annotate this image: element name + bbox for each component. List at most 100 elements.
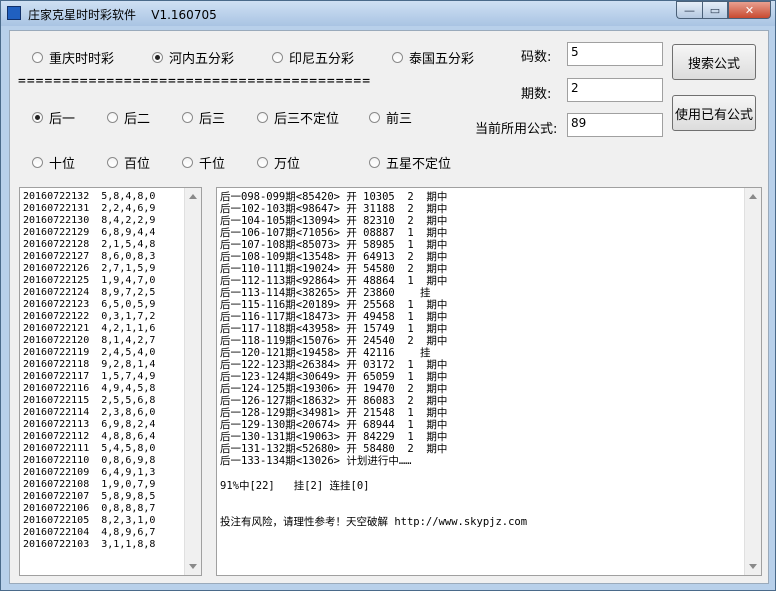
- radio-dot: [272, 52, 283, 63]
- maximize-button[interactable]: ▭: [702, 1, 728, 19]
- history-row: 20160722103 3,1,1,8,8: [23, 539, 156, 550]
- scroll-up-arrow-icon[interactable]: [749, 194, 757, 199]
- radio-label: 后三不定位: [274, 112, 340, 127]
- plan-result-row: 后一128-129期<34981> 开 21548 1 期中: [220, 407, 448, 419]
- history-row: 20160722119 2,4,5,4,0: [23, 347, 156, 358]
- history-row: 20160722128 2,1,5,4,8: [23, 239, 156, 250]
- scroll-up-arrow-icon[interactable]: [189, 194, 197, 199]
- radio-label: 前三: [386, 112, 413, 127]
- radio-indonesia[interactable]: 印尼五分彩: [272, 48, 354, 67]
- code-count-input[interactable]: 5: [567, 42, 663, 66]
- radio-hundreds[interactable]: 百位: [107, 153, 150, 172]
- radio-label: 万位: [274, 157, 301, 172]
- history-row: 20160722124 8,9,7,2,5: [23, 287, 156, 298]
- plan-result-row: 后一118-119期<15076> 开 24540 2 期中: [220, 335, 448, 347]
- history-row: 20160722115 2,5,5,6,8: [23, 395, 156, 406]
- radio-last-two[interactable]: 后二: [107, 108, 150, 127]
- history-row: 20160722105 8,2,3,1,0: [23, 515, 156, 526]
- plan-result-row: 后一122-123期<26384> 开 03172 1 期中: [220, 359, 448, 371]
- history-row: 20160722123 6,5,0,5,9: [23, 299, 156, 310]
- history-row: 20160722117 1,5,7,4,9: [23, 371, 156, 382]
- radio-thailand[interactable]: 泰国五分彩: [392, 48, 474, 67]
- plan-result-row: 后一124-125期<19306> 开 19470 2 期中: [220, 383, 448, 395]
- results-scrollbar[interactable]: [744, 188, 761, 575]
- plan-result-row: 后一110-111期<19024> 开 54580 2 期中: [220, 263, 448, 275]
- plan-result-row: 后一102-103期<98647> 开 31188 2 期中: [220, 203, 448, 215]
- history-row: 20160722122 0,3,1,7,2: [23, 311, 156, 322]
- radio-hanoi[interactable]: 河内五分彩: [152, 48, 234, 67]
- history-row: 20160722127 8,6,0,8,3: [23, 251, 156, 262]
- history-row: 20160722120 8,1,4,2,7: [23, 335, 156, 346]
- hit-summary: 91%中[22] 挂[2] 连挂[0]: [220, 480, 370, 492]
- main-panel: 重庆时时彩 河内五分彩 印尼五分彩 泰国五分彩 ================…: [9, 30, 769, 584]
- radio-label: 十位: [49, 157, 76, 172]
- history-row: 20160722118 9,2,8,1,4: [23, 359, 156, 370]
- radio-dot: [182, 157, 193, 168]
- plan-result-row: 后一130-131期<19063> 开 84229 1 期中: [220, 431, 448, 443]
- disclaimer-text: 投注有风险，请理性参考！天空破解 http://www.skypjz.com: [220, 516, 528, 528]
- radio-label: 千位: [199, 157, 226, 172]
- plan-result-row: 后一129-130期<20674> 开 68944 1 期中: [220, 419, 448, 431]
- history-row: 20160722116 4,9,4,5,8: [23, 383, 156, 394]
- current-formula-label: 当前所用公式:: [475, 122, 558, 137]
- history-row: 20160722106 0,8,8,8,7: [23, 503, 156, 514]
- scroll-down-arrow-icon[interactable]: [189, 564, 197, 569]
- radio-dot: [32, 157, 43, 168]
- window-controls: — ▭ ✕: [676, 1, 771, 19]
- plan-result-row: 后一115-116期<20189> 开 25568 1 期中: [220, 299, 448, 311]
- history-row: 20160722125 1,9,4,7,0: [23, 275, 156, 286]
- plan-result-row: 后一112-113期<92864> 开 48864 1 期中: [220, 275, 448, 287]
- period-count-input[interactable]: 2: [567, 78, 663, 102]
- radio-last-one[interactable]: 后一: [32, 108, 75, 127]
- radio-dot: [182, 112, 193, 123]
- radio-label: 后三: [199, 112, 226, 127]
- radio-five-star-unfixed[interactable]: 五星不定位: [369, 153, 451, 172]
- radio-dot: [369, 157, 380, 168]
- history-row: 20160722104 4,8,9,6,7: [23, 527, 156, 538]
- history-row: 20160722121 4,2,1,1,6: [23, 323, 156, 334]
- radio-ten-thousands[interactable]: 万位: [257, 153, 300, 172]
- radio-label: 五星不定位: [386, 157, 452, 172]
- app-icon: [7, 6, 21, 20]
- radio-chongqing[interactable]: 重庆时时彩: [32, 48, 114, 67]
- radio-dot: [32, 52, 43, 63]
- draw-history-list[interactable]: 20160722132 5,8,4,8,0 20160722131 2,2,4,6…: [19, 187, 202, 576]
- period-count-label: 期数:: [521, 87, 552, 102]
- search-formula-button[interactable]: 搜索公式: [672, 44, 756, 80]
- history-row: 20160722126 2,7,1,5,9: [23, 263, 156, 274]
- radio-tens[interactable]: 十位: [32, 153, 75, 172]
- scroll-down-arrow-icon[interactable]: [749, 564, 757, 569]
- history-row: 20160722131 2,2,4,6,9: [23, 203, 156, 214]
- plan-result-row: 后一123-124期<30649> 开 65059 1 期中: [220, 371, 448, 383]
- plan-result-lines: 后一098-099期<85420> 开 10305 2 期中 后一102-103期…: [220, 191, 447, 467]
- title-bar[interactable]: 庄家克星时时彩软件 V1.160705 — ▭ ✕: [1, 1, 775, 26]
- radio-label: 河内五分彩: [169, 52, 235, 67]
- radio-dot: [257, 157, 268, 168]
- use-existing-formula-button[interactable]: 使用已有公式: [672, 95, 756, 131]
- plan-results-textbox[interactable]: 后一098-099期<85420> 开 10305 2 期中 后一102-103期…: [216, 187, 762, 576]
- close-button[interactable]: ✕: [728, 1, 771, 19]
- radio-dot: [257, 112, 268, 123]
- window-title: 庄家克星时时彩软件 V1.160705: [28, 8, 217, 22]
- radio-last-three-unfixed[interactable]: 后三不定位: [257, 108, 339, 127]
- plan-result-row: 后一133-134期<13026> 计划进行中……: [220, 455, 412, 467]
- history-scrollbar[interactable]: [184, 188, 201, 575]
- plan-result-row: 后一098-099期<85420> 开 10305 2 期中: [220, 191, 448, 203]
- radio-thousands[interactable]: 千位: [182, 153, 225, 172]
- current-formula-input[interactable]: 89: [567, 113, 663, 137]
- plan-result-row: 后一126-127期<18632> 开 86083 2 期中: [220, 395, 448, 407]
- plan-result-row: 后一108-109期<13548> 开 64913 2 期中: [220, 251, 448, 263]
- plan-result-row: 后一107-108期<85073> 开 58985 1 期中: [220, 239, 448, 251]
- minimize-button[interactable]: —: [676, 1, 702, 19]
- radio-label: 后一: [49, 112, 76, 127]
- plan-result-row: 后一131-132期<52680> 开 58480 2 期中: [220, 443, 448, 455]
- history-row: 20160722113 6,9,8,2,4: [23, 419, 156, 430]
- history-row: 20160722114 2,3,8,6,0: [23, 407, 156, 418]
- radio-first-three[interactable]: 前三: [369, 108, 412, 127]
- radio-dot-selected: [152, 52, 163, 63]
- history-row: 20160722112 4,8,8,6,4: [23, 431, 156, 442]
- history-lines: 20160722132 5,8,4,8,0 20160722131 2,2,4,6…: [23, 191, 155, 551]
- app-window: 庄家克星时时彩软件 V1.160705 — ▭ ✕ 重庆时时彩 河内五分彩 印尼…: [0, 0, 776, 591]
- radio-last-three[interactable]: 后三: [182, 108, 225, 127]
- plan-result-row: 后一120-121期<19458> 开 42116 挂: [220, 347, 431, 359]
